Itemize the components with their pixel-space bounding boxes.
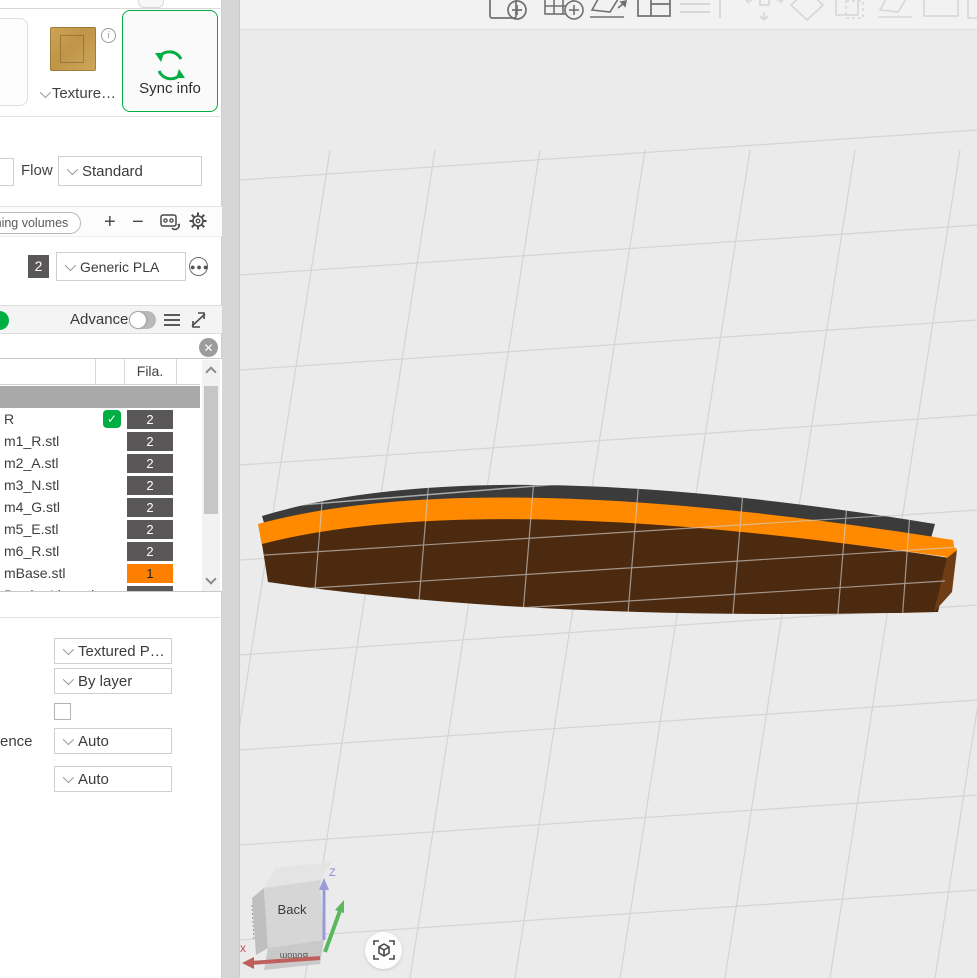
- table-scrollbar[interactable]: [202, 360, 220, 591]
- filament-badge[interactable]: 2: [127, 498, 173, 517]
- move-icon[interactable]: [746, 0, 783, 20]
- chevron-down-icon: [65, 259, 76, 270]
- plate-option-card-partial[interactable]: [0, 18, 28, 106]
- object-list-icon[interactable]: [162, 311, 182, 332]
- nav-cube[interactable]: Back Bottom Z x: [240, 862, 344, 970]
- scrollbar-thumb[interactable]: [204, 386, 218, 514]
- split-to-parts-icon[interactable]: [924, 0, 958, 16]
- 3d-viewport[interactable]: Back Bottom Z x: [240, 0, 977, 978]
- scene-canvas[interactable]: Back Bottom Z x: [240, 0, 977, 978]
- table-row[interactable]: mBase.stl 1: [0, 562, 200, 584]
- filament-badge[interactable]: 2: [127, 410, 173, 429]
- sync-info-button[interactable]: Sync info: [122, 10, 218, 112]
- split-to-objects-icon[interactable]: [638, 0, 670, 16]
- filament-material-select[interactable]: Generic PLA: [56, 252, 186, 281]
- table-row[interactable]: m6_R.stl 2: [0, 540, 200, 562]
- scale-icon[interactable]: [836, 0, 863, 18]
- z-axis-label: Z: [329, 867, 336, 879]
- filament-index-badge[interactable]: 2: [28, 255, 49, 278]
- cube-view-icon: [372, 938, 396, 962]
- table-row[interactable]: Border Line.stl 2: [0, 584, 200, 592]
- nav-cube-back-label[interactable]: Back: [278, 902, 307, 917]
- rotate-icon[interactable]: [791, 0, 823, 20]
- filament-badge[interactable]: 2: [127, 454, 173, 473]
- table-row[interactable]: m4_G.stl 2: [0, 496, 200, 518]
- chevron-down-icon: [63, 772, 74, 783]
- filament-badge[interactable]: 2: [127, 542, 173, 561]
- table-row[interactable]: [0, 386, 200, 408]
- flushing-volumes-button[interactable]: Flushing volumes: [0, 212, 81, 234]
- sequence-select[interactable]: Auto: [54, 728, 172, 754]
- flow-select[interactable]: Standard: [58, 156, 202, 186]
- filament-row: 2 Generic PLA ●●●: [0, 252, 222, 288]
- scroll-up-icon[interactable]: [205, 366, 216, 377]
- flow-label: Flow: [21, 162, 53, 179]
- place-on-face-icon[interactable]: [878, 0, 912, 17]
- table-row[interactable]: m1_R.stl 2: [0, 430, 200, 452]
- texture-plate-image: [50, 27, 96, 71]
- flow-row: Flow Standard: [0, 158, 222, 190]
- info-icon[interactable]: i: [101, 28, 116, 43]
- auto-orient-icon[interactable]: [590, 0, 626, 17]
- x-axis-label: x: [240, 941, 246, 955]
- filament-toolbar: Flushing volumes + −: [0, 206, 222, 237]
- params-compare-icon[interactable]: [189, 310, 209, 333]
- assembly-view-icon[interactable]: [968, 0, 977, 18]
- mode-indicator-icon[interactable]: [0, 311, 9, 330]
- filament-badge[interactable]: 1: [127, 564, 173, 583]
- auto-arrange-icon[interactable]: [545, 0, 583, 19]
- chevron-down-icon: [63, 674, 74, 685]
- texture-plate-card[interactable]: i Texture…: [38, 12, 118, 110]
- advanced-label: Advanced: [70, 311, 137, 328]
- settings-checkbox[interactable]: [54, 703, 71, 720]
- texture-plate-label: Texture…: [38, 85, 118, 102]
- remove-filament-button[interactable]: −: [132, 209, 144, 235]
- add-plate-icon[interactable]: [490, 0, 526, 19]
- viewport-toolbar: [240, 0, 977, 30]
- advanced-toggle[interactable]: [129, 311, 156, 329]
- variable-layer-height-icon[interactable]: [680, 0, 710, 12]
- chevron-down-icon: [63, 644, 74, 655]
- chevron-down-icon: [63, 734, 74, 745]
- sync-info-label: Sync info: [123, 80, 217, 97]
- filament-badge[interactable]: 2: [127, 586, 173, 593]
- flow-input-partial[interactable]: [0, 158, 14, 186]
- mode-select[interactable]: By layer: [54, 668, 172, 694]
- table-row[interactable]: m2_A.stl 2: [0, 452, 200, 474]
- left-sidebar: i Texture… Sync info Flow Standard Flush…: [0, 0, 222, 978]
- row-visibility-checkbox[interactable]: ✓: [103, 410, 121, 428]
- objects-table: Fila. R ✓ 2 m1_R.stl 2 m2_A.stl 2 m3_N.s…: [0, 358, 222, 592]
- y-axis-arrow: [325, 908, 341, 952]
- table-row[interactable]: m5_E.stl 2: [0, 518, 200, 540]
- panel-divider[interactable]: [222, 0, 240, 978]
- advanced-row: Advanced: [0, 305, 222, 334]
- gear-icon[interactable]: [188, 211, 208, 234]
- filament-column-header: Fila.: [125, 363, 175, 379]
- filament-more-icon[interactable]: ●●●: [189, 257, 208, 276]
- scroll-down-icon[interactable]: [205, 573, 216, 584]
- sequence-label: ence: [0, 733, 33, 750]
- ams-sync-icon[interactable]: [159, 212, 181, 235]
- add-filament-button[interactable]: +: [104, 209, 116, 235]
- auto-select[interactable]: Auto: [54, 766, 172, 792]
- table-body: R ✓ 2 m1_R.stl 2 m2_A.stl 2 m3_N.stl 2 m…: [0, 386, 200, 592]
- close-icon[interactable]: ✕: [199, 338, 218, 357]
- model-curved-band[interactable]: [250, 430, 960, 650]
- filament-badge[interactable]: 2: [127, 520, 173, 539]
- chevron-down-icon: [40, 87, 51, 98]
- filament-badge[interactable]: 2: [127, 476, 173, 495]
- chevron-down-icon: [67, 164, 78, 175]
- reset-view-button[interactable]: [365, 932, 402, 969]
- filament-badge[interactable]: 2: [127, 432, 173, 451]
- panel-top-divider: [0, 8, 222, 9]
- plate-type-select[interactable]: Textured P…: [54, 638, 172, 664]
- table-header: Fila.: [0, 359, 200, 385]
- panel-collapse-notch[interactable]: [138, 0, 164, 8]
- table-row[interactable]: R ✓ 2: [0, 408, 200, 430]
- table-row[interactable]: m3_N.stl 2: [0, 474, 200, 496]
